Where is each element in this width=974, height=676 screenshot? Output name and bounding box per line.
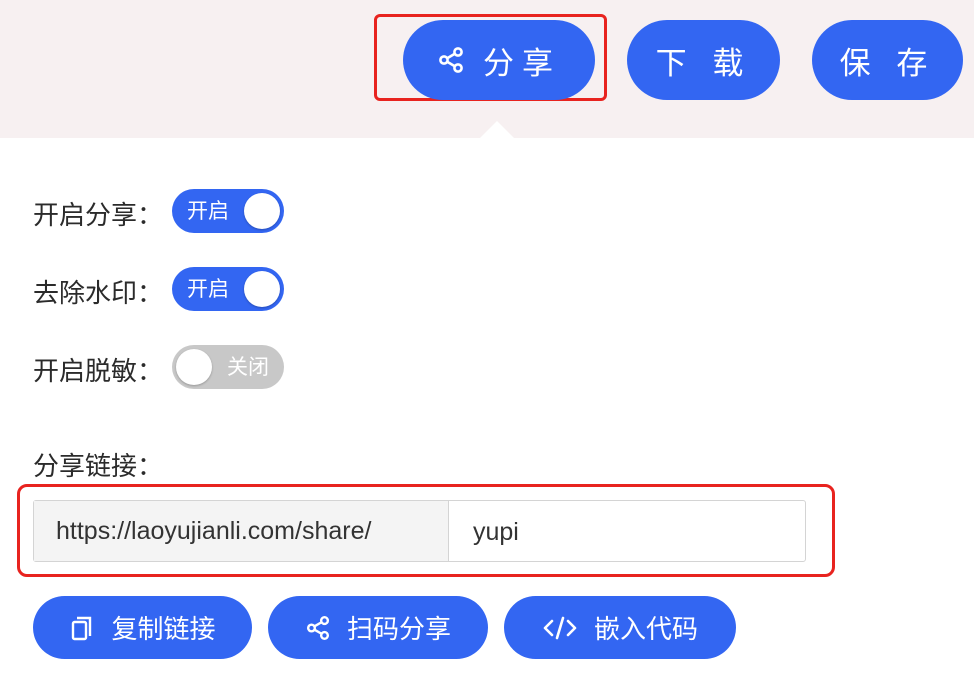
remove-watermark-toggle[interactable]: 开启	[172, 267, 284, 311]
qr-share-button[interactable]: 扫码分享	[268, 596, 488, 659]
top-toolbar: 分享 下 载 保 存	[0, 0, 974, 140]
share-icon	[305, 615, 331, 641]
save-button-label: 保 存	[839, 45, 936, 82]
remove-watermark-state: 开启	[187, 277, 229, 301]
copy-link-label: 复制链接	[111, 615, 216, 645]
save-button[interactable]: 保 存	[812, 20, 963, 100]
copy-link-button[interactable]: 复制链接	[33, 596, 252, 659]
embed-code-button[interactable]: 嵌入代码	[504, 596, 736, 659]
share-button[interactable]: 分享	[403, 20, 595, 100]
share-link-label: 分享链接：	[33, 452, 164, 482]
enable-share-state: 开启	[187, 199, 229, 223]
download-button-label: 下 载	[655, 45, 752, 82]
share-settings-page: 分享 下 载 保 存 开启分享： 开启 去除水印： 开启 开启脱敏： 关闭 分享…	[0, 0, 974, 676]
toggle-knob	[244, 271, 280, 307]
toggle-knob	[176, 349, 212, 385]
share-link-prefix: https://laoyujianli.com/share/	[34, 501, 449, 561]
copy-icon	[69, 614, 95, 642]
embed-code-label: 嵌入代码	[593, 615, 698, 645]
enable-share-label: 开启分享：	[33, 201, 164, 231]
code-icon	[542, 615, 578, 641]
enable-share-toggle[interactable]: 开启	[172, 189, 284, 233]
toggle-knob	[244, 193, 280, 229]
enable-desensitize-state: 关闭	[227, 355, 269, 379]
share-link-field: https://laoyujianli.com/share/	[33, 500, 806, 563]
share-link-input[interactable]	[449, 501, 805, 563]
share-icon	[437, 46, 465, 74]
enable-desensitize-label: 开启脱敏：	[33, 357, 164, 387]
qr-share-label: 扫码分享	[346, 615, 451, 645]
popover-arrow	[478, 121, 516, 140]
download-button[interactable]: 下 载	[627, 20, 780, 100]
share-button-label: 分享	[483, 45, 561, 82]
enable-desensitize-toggle[interactable]: 关闭	[172, 345, 284, 389]
remove-watermark-label: 去除水印：	[33, 279, 164, 309]
